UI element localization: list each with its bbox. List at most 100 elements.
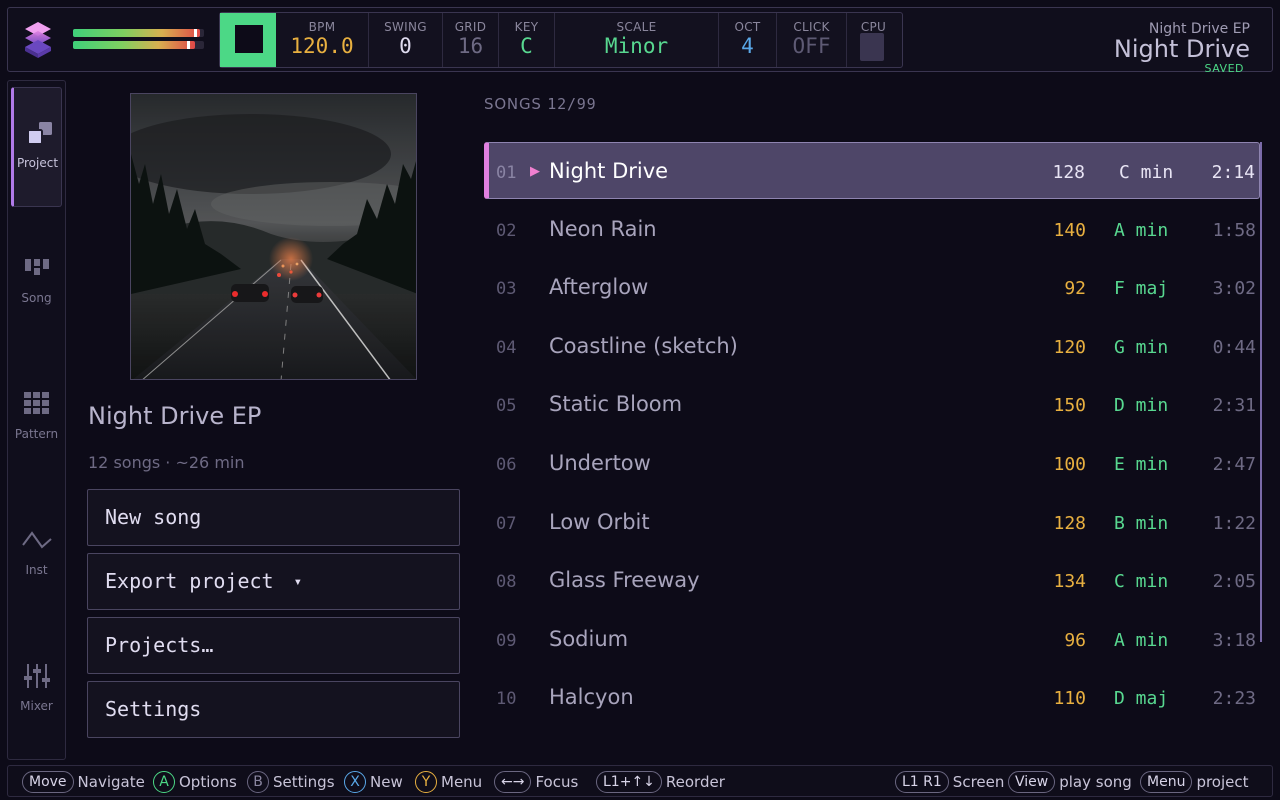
song-list-scrollbar[interactable]: [1260, 142, 1262, 642]
song-key: F maj: [1114, 278, 1169, 300]
projects-button[interactable]: Projects…: [87, 617, 460, 674]
song-key: A min: [1114, 219, 1169, 241]
song-row[interactable]: 10 Halcyon 110 D maj 2:23: [484, 669, 1260, 726]
project-meta: 12 songs · ~26 min: [88, 453, 245, 472]
song-row[interactable]: 03 Afterglow 92 F maj 3:02: [484, 259, 1260, 316]
bpm-field[interactable]: BPM 120.0: [276, 13, 368, 67]
level-meter-left-fill: [73, 29, 201, 37]
song-bpm: 140: [1053, 219, 1086, 241]
click-value: OFF: [792, 34, 831, 58]
song-row[interactable]: 08 Glass Freeway 134 C min 2:05: [484, 552, 1260, 609]
song-key: C min: [1119, 162, 1174, 183]
song-duration: 0:44: [1212, 336, 1256, 358]
song-key: D min: [1114, 395, 1169, 417]
song-duration: 2:47: [1212, 454, 1256, 475]
nav-item-pattern[interactable]: Pattern: [11, 359, 62, 479]
hint-text-x: New: [370, 773, 403, 791]
song-bpm: 128: [1053, 512, 1086, 534]
pattern-icon: [24, 392, 49, 414]
song-number: 08: [496, 572, 517, 593]
song-duration: 1:58: [1212, 219, 1256, 241]
app-logo-icon: [25, 22, 51, 58]
projects-label: Projects…: [105, 633, 214, 657]
hint-screen: L1 R1 Screen: [895, 771, 1004, 793]
left-right-arrows-icon: ←→: [494, 771, 532, 793]
nav-label-song: Song: [21, 291, 52, 305]
top-bar: BPM 120.0 SWING 0 GRID 16 KEY C SCALE Mi…: [7, 7, 1273, 75]
song-bpm: 92: [1064, 278, 1086, 300]
song-row[interactable]: 01 ▶ Night Drive 128 C min 2:14: [484, 142, 1260, 199]
x-button-icon: X: [344, 771, 366, 793]
song-name: Afterglow: [549, 275, 649, 300]
cover-art: [131, 94, 416, 379]
song-name: Sodium: [549, 626, 629, 651]
settings-label: Settings: [105, 697, 202, 721]
transport-panel: BPM 120.0 SWING 0 GRID 16 KEY C SCALE Mi…: [219, 12, 903, 68]
settings-button[interactable]: Settings: [87, 681, 460, 738]
new-song-button[interactable]: New song: [87, 489, 460, 546]
hint-x: X New: [344, 771, 403, 793]
swing-value: 0: [399, 34, 412, 58]
click-field[interactable]: CLICK OFF: [776, 13, 846, 67]
nav-label-pattern: Pattern: [14, 427, 59, 441]
song-bpm: 128: [1052, 162, 1085, 183]
new-song-label: New song: [105, 505, 202, 529]
stop-button[interactable]: [220, 13, 276, 67]
song-name: Night Drive: [549, 159, 669, 183]
hint-text-view: play song: [1059, 773, 1132, 791]
song-number: 09: [496, 630, 517, 651]
nav-item-project[interactable]: Project: [11, 87, 62, 207]
swing-label: SWING: [384, 20, 427, 34]
song-row[interactable]: 07 Low Orbit 128 B min 1:22: [484, 494, 1260, 551]
hint-text-menu: project: [1196, 773, 1249, 791]
song-bpm: 120: [1053, 336, 1086, 358]
cpu-indicator: [860, 33, 884, 61]
nav-label-inst: Inst: [25, 563, 48, 577]
nav-item-song[interactable]: Song: [11, 223, 62, 343]
hint-menu: Menu project: [1140, 771, 1249, 793]
song-number: 01: [496, 163, 517, 183]
swing-field[interactable]: SWING 0: [368, 13, 442, 67]
songs-header-label: SONGS: [484, 95, 542, 113]
bpm-value: 120.0: [290, 34, 354, 58]
octave-field[interactable]: OCT 4: [718, 13, 776, 67]
song-key: D maj: [1114, 688, 1169, 710]
hint-text-b: Settings: [273, 773, 335, 791]
song-row[interactable]: 09 Sodium 96 A min 3:18: [484, 611, 1260, 668]
song-duration: 2:05: [1212, 571, 1256, 593]
song-bpm: 100: [1053, 454, 1086, 475]
hint-text-screen: Screen: [952, 773, 1005, 791]
level-meter-right: [73, 41, 204, 49]
song-row[interactable]: 04 Coastline (sketch) 120 G min 0:44: [484, 318, 1260, 375]
song-number: 06: [496, 455, 517, 475]
octave-label: OCT: [734, 20, 761, 34]
song-row[interactable]: 02 Neon Rain 140 A min 1:58: [484, 201, 1260, 258]
song-bpm: 96: [1064, 629, 1086, 651]
project-name: Night Drive EP: [88, 402, 262, 430]
export-project-button[interactable]: Export project ▾: [87, 553, 460, 610]
song-name: Glass Freeway: [549, 568, 700, 593]
hint-text-y: Menu: [441, 773, 483, 791]
click-label: CLICK: [793, 20, 830, 34]
song-duration: 3:02: [1212, 278, 1256, 300]
nav-item-inst[interactable]: Inst: [11, 495, 62, 615]
nav-label-mixer: Mixer: [20, 699, 53, 713]
key-field[interactable]: KEY C: [498, 13, 554, 67]
grid-field[interactable]: GRID 16: [442, 13, 498, 67]
song-row[interactable]: 06 Undertow 100 E min 2:47: [484, 435, 1260, 492]
nav-item-mixer[interactable]: Mixer: [11, 631, 62, 751]
scale-value: Minor: [604, 34, 669, 58]
song-number: 02: [496, 220, 517, 241]
songs-header: SONGS 12/99: [484, 95, 596, 113]
song-number: 07: [496, 513, 517, 534]
scale-field[interactable]: SCALE Minor: [554, 13, 718, 67]
album-cover-image: [130, 93, 417, 380]
song-icon: [25, 259, 49, 275]
scale-label: SCALE: [616, 20, 657, 34]
nav-label-project: Project: [16, 156, 59, 170]
hint-text-reorder: Reorder: [665, 773, 725, 791]
song-row[interactable]: 05 Static Bloom 150 D min 2:31: [484, 376, 1260, 433]
song-number: 03: [496, 279, 517, 300]
bpm-label: BPM: [308, 20, 336, 34]
level-meter-right-peak: [186, 41, 190, 49]
